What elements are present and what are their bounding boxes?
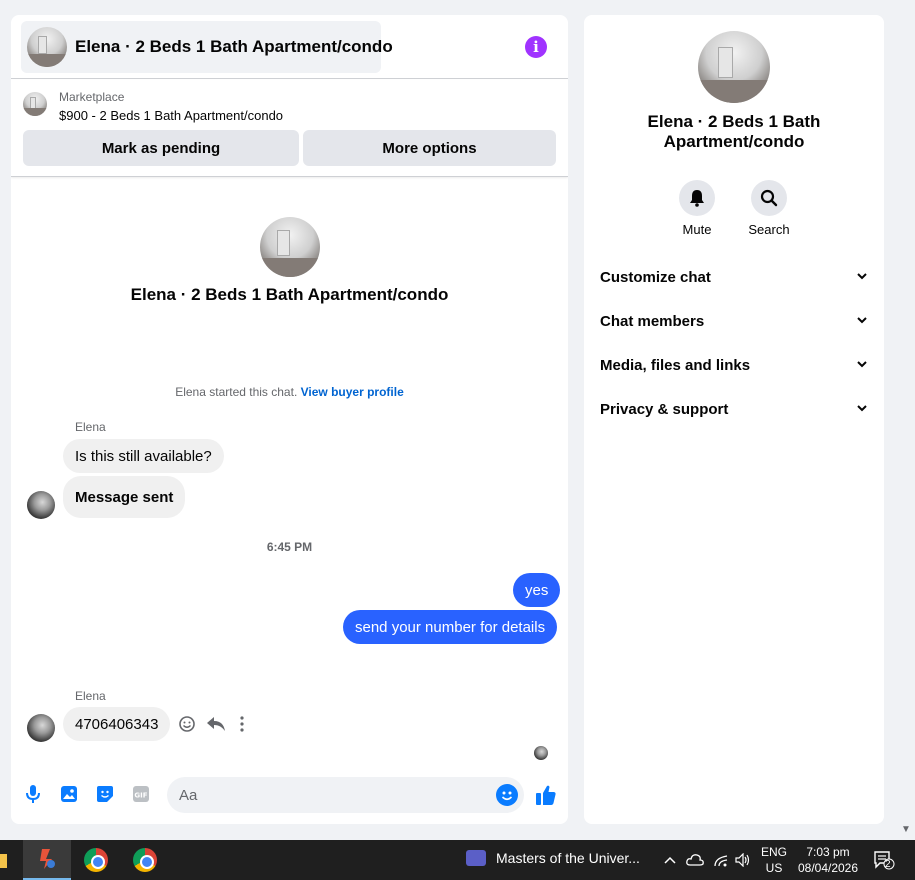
photo-icon[interactable] [59, 784, 79, 804]
section-label: Chat members [600, 312, 705, 330]
message-bubble[interactable]: Message sent [63, 476, 186, 518]
chat-started-notice: Elena started this chat. View buyer prof… [11, 385, 568, 399]
reply-icon[interactable] [206, 715, 226, 738]
taskbar: Masters of the Univer... ENG US 7:03 pm … [0, 840, 915, 880]
section-chat-members[interactable]: Chat members [600, 309, 868, 333]
section-customize-chat[interactable]: Customize chat [600, 265, 868, 289]
mute-button[interactable]: Mute [667, 180, 727, 237]
microphone-icon[interactable] [23, 784, 43, 804]
section-privacy-support[interactable]: Privacy & support [600, 397, 868, 421]
seen-avatar [534, 746, 548, 760]
chat-header: Elena · 2 Beds 1 Bath Apartment/condo i [11, 15, 568, 79]
info-icon[interactable]: i [525, 36, 547, 58]
gif-icon[interactable]: GIF [131, 784, 151, 804]
outgoing-message-bubble[interactable]: send your number for details [343, 610, 558, 644]
listing-avatar [27, 27, 67, 67]
more-options-button[interactable]: More options [303, 130, 556, 166]
network-icon[interactable] [713, 840, 729, 880]
listing-thumbnail[interactable] [23, 92, 47, 116]
chat-title: Elena · 2 Beds 1 Bath Apartment/condo [75, 37, 393, 56]
message-timestamp: 6:45 PM [266, 540, 313, 554]
section-media-files-links[interactable]: Media, files and links [600, 353, 868, 377]
clock-time: 7:03 pm [806, 845, 850, 859]
language-secondary: US [765, 861, 783, 875]
chat-panel: Elena · 2 Beds 1 Bath Apartment/condo i … [11, 15, 568, 824]
message-input-box[interactable] [167, 777, 524, 813]
scrollbar-down-arrow[interactable]: ▼ [901, 824, 911, 835]
show-hidden-icons-icon[interactable] [663, 840, 677, 880]
language-primary: ENG [760, 845, 787, 859]
volume-icon[interactable] [735, 840, 751, 880]
mark-pending-button[interactable]: Mark as pending [23, 130, 299, 166]
sender-name: Elena [75, 689, 106, 703]
media-app-icon [466, 850, 486, 866]
conversation-title: Elena · 2 Beds 1 Bath Apartment/condo [130, 285, 449, 304]
clock-date: 08/04/2026 [797, 861, 859, 875]
marketplace-banner: Marketplace $900 - 2 Beds 1 Bath Apartme… [11, 80, 568, 177]
media-control[interactable]: Masters of the Univer... [466, 850, 640, 866]
details-title: Elena · 2 Beds 1 Bath Apartment/condo [647, 112, 821, 151]
search-icon [751, 180, 787, 216]
section-label: Customize chat [600, 268, 711, 286]
search-label: Search [748, 222, 790, 237]
media-title: Masters of the Univer... [496, 850, 640, 866]
more-icon[interactable] [236, 715, 248, 738]
language-indicator[interactable]: ENG US [760, 840, 788, 880]
bell-icon [679, 180, 715, 216]
react-emoji-icon[interactable] [178, 715, 196, 738]
cloud-sync-icon[interactable] [686, 840, 704, 880]
chat-details-panel: Elena · 2 Beds 1 Bath Apartment/condo Mu… [584, 15, 884, 824]
chrome-profile-icon[interactable] [121, 840, 169, 880]
chevron-down-icon [856, 269, 868, 286]
started-text: Elena started this chat. [175, 385, 298, 399]
file-explorer-icon[interactable] [0, 840, 12, 880]
taskbar-app-pinned[interactable] [23, 840, 71, 880]
sticker-icon[interactable] [95, 784, 115, 804]
chevron-down-icon [856, 313, 868, 330]
chat-title-button[interactable]: Elena · 2 Beds 1 Bath Apartment/condo [21, 21, 393, 73]
sender-name: Elena [75, 420, 106, 434]
emoji-icon[interactable] [496, 784, 518, 806]
notification-count: 2 [885, 859, 891, 870]
svg-text:GIF: GIF [134, 792, 147, 800]
conversation-avatar [260, 217, 320, 277]
details-avatar [698, 31, 770, 103]
outgoing-message-bubble[interactable]: yes [513, 573, 561, 607]
message-bubble[interactable]: 4706406343 [63, 707, 171, 741]
section-label: Privacy & support [600, 400, 729, 418]
sender-avatar[interactable] [27, 491, 55, 519]
search-button[interactable]: Search [739, 180, 799, 237]
chevron-down-icon [856, 357, 868, 374]
chevron-down-icon [856, 401, 868, 418]
chrome-icon[interactable] [72, 840, 120, 880]
message-input[interactable] [167, 777, 467, 813]
notifications-icon[interactable]: 2 [873, 840, 895, 880]
sender-avatar[interactable] [27, 714, 55, 742]
system-clock[interactable]: 7:03 pm 08/04/2026 [795, 840, 861, 880]
thumbs-up-icon[interactable] [534, 783, 558, 807]
mute-label: Mute [682, 222, 712, 237]
marketplace-label: Marketplace [59, 90, 125, 104]
message-actions [178, 715, 248, 738]
section-label: Media, files and links [600, 356, 751, 374]
view-buyer-profile-link[interactable]: View buyer profile [301, 385, 404, 399]
message-composer: GIF [11, 770, 568, 824]
message-bubble[interactable]: Is this still available? [63, 439, 224, 473]
listing-price[interactable]: $900 - 2 Beds 1 Bath Apartment/condo [59, 108, 283, 123]
